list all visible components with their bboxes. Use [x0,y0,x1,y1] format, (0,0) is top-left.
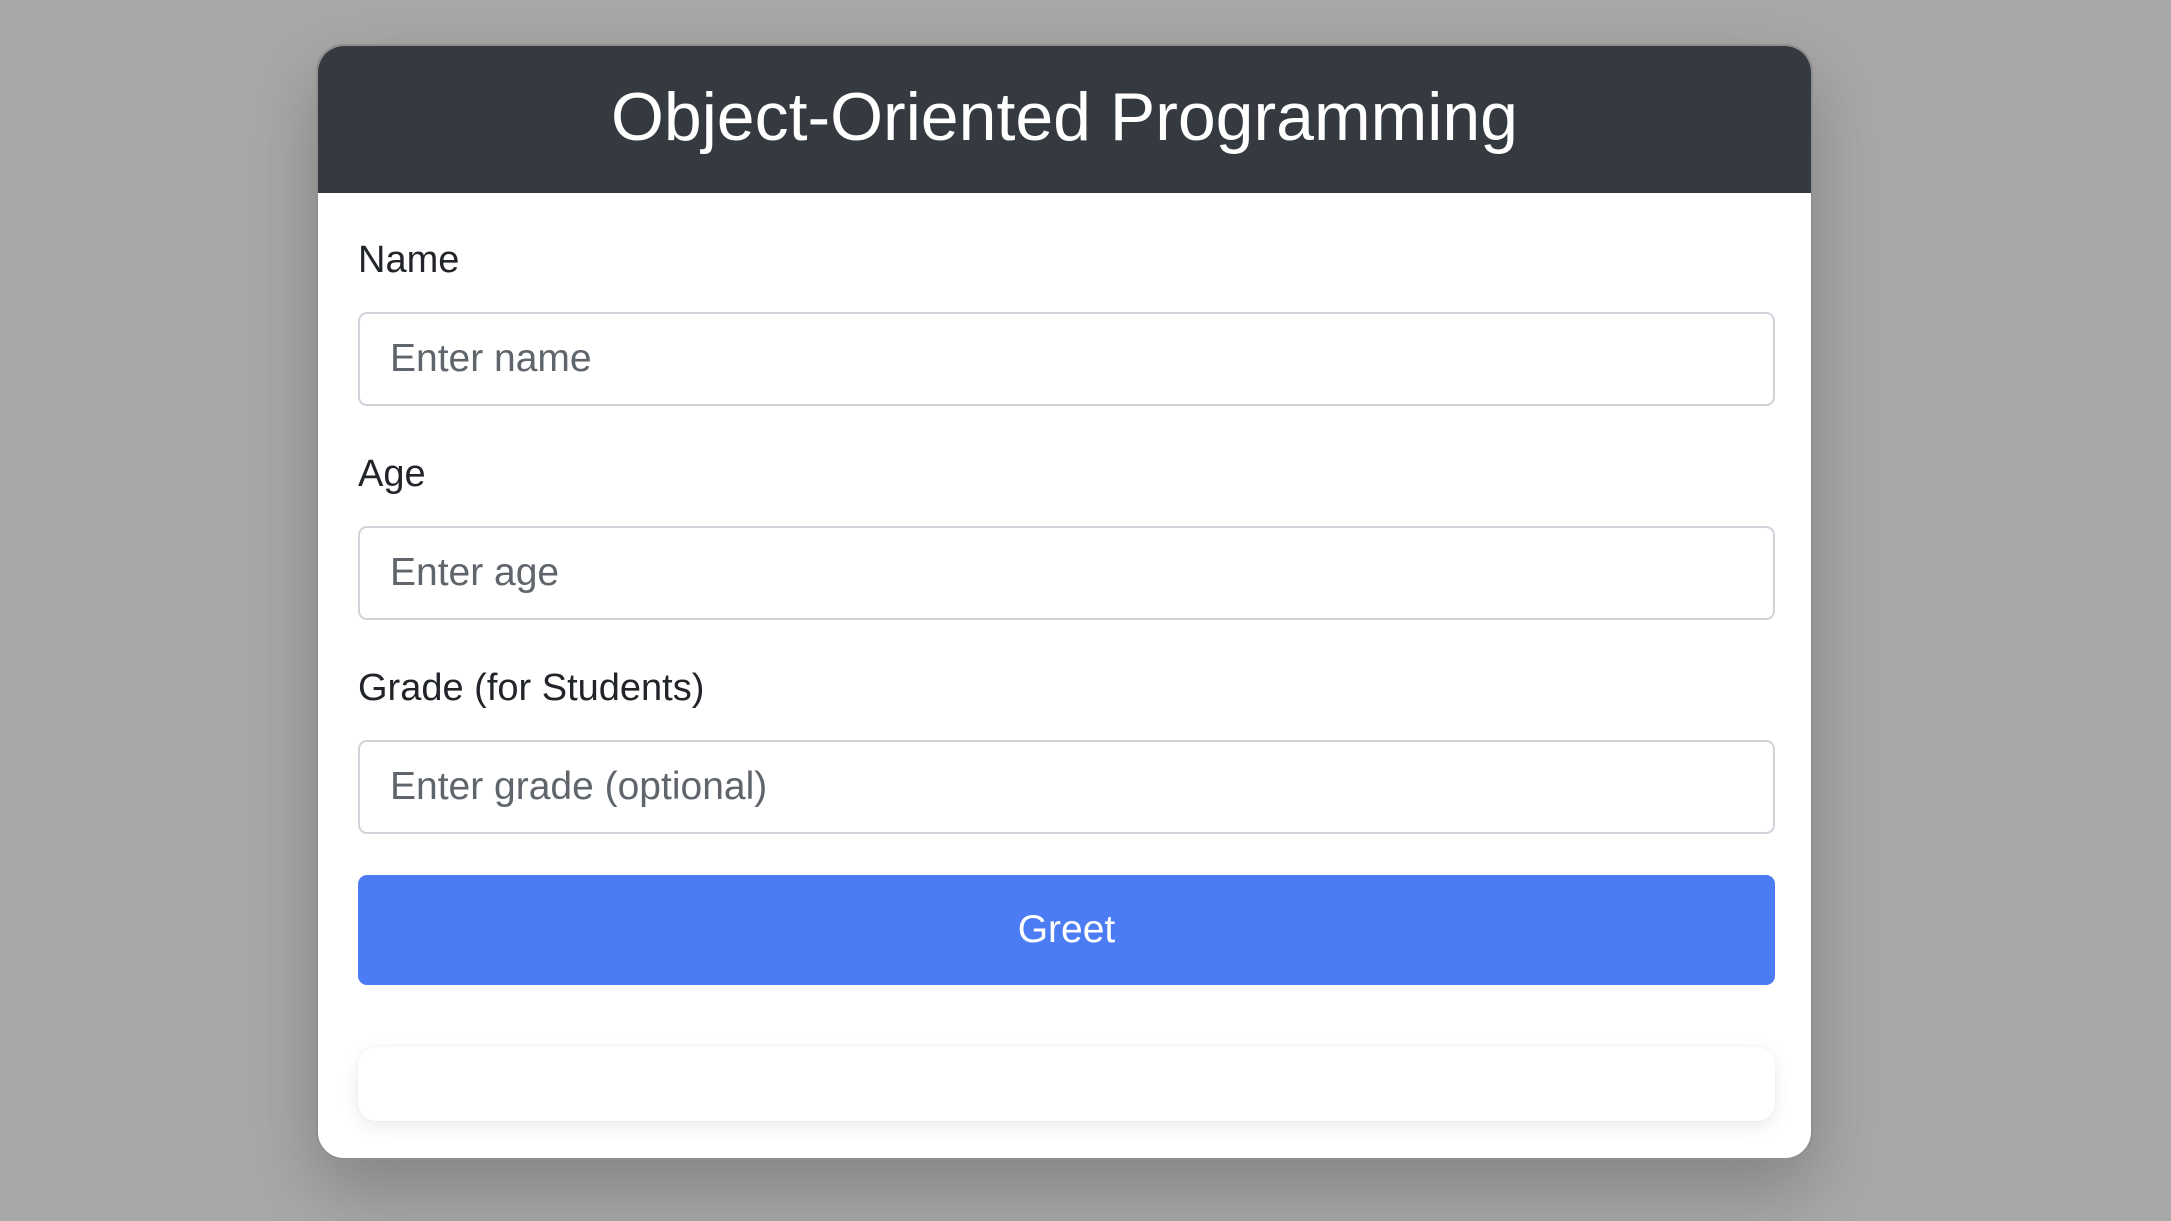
greet-button[interactable]: Greet [358,875,1775,985]
name-label: Name [358,239,460,281]
age-label: Age [358,453,426,495]
card-header: Object-Oriented Programming [318,46,1811,193]
name-input[interactable] [358,312,1775,406]
grade-label: Grade (for Students) [358,667,705,709]
age-input[interactable] [358,526,1775,620]
greeting-output [358,1047,1775,1121]
grade-input[interactable] [358,740,1775,834]
page-title: Object-Oriented Programming [610,78,1518,155]
form-card: Object-Oriented Programming Name Age Gra… [316,44,1813,1160]
